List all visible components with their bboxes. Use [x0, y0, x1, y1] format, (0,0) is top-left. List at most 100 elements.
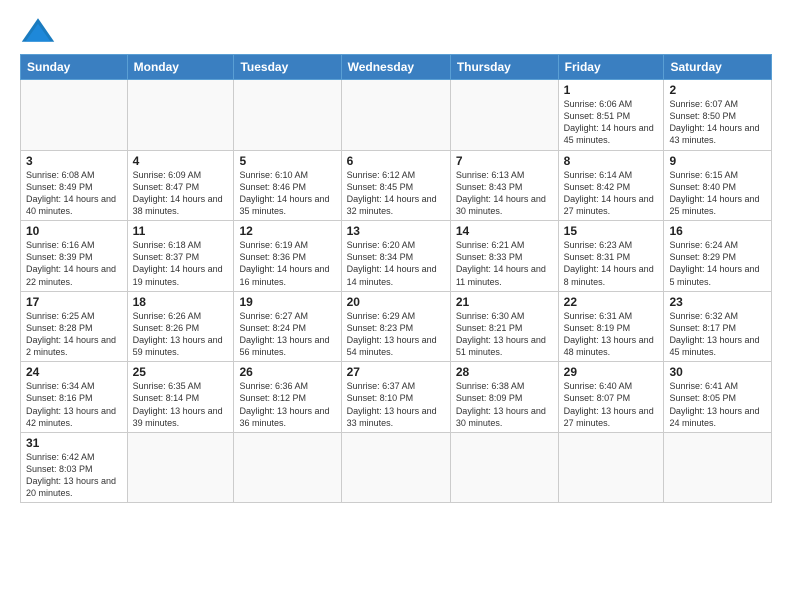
calendar-week-row: 24Sunrise: 6:34 AM Sunset: 8:16 PM Dayli… [21, 362, 772, 433]
day-number: 7 [456, 154, 553, 168]
day-number: 4 [133, 154, 229, 168]
day-number: 1 [564, 83, 659, 97]
day-info: Sunrise: 6:41 AM Sunset: 8:05 PM Dayligh… [669, 380, 766, 429]
day-number: 16 [669, 224, 766, 238]
day-info: Sunrise: 6:36 AM Sunset: 8:12 PM Dayligh… [239, 380, 335, 429]
day-number: 23 [669, 295, 766, 309]
calendar-cell: 5Sunrise: 6:10 AM Sunset: 8:46 PM Daylig… [234, 150, 341, 221]
calendar-cell: 2Sunrise: 6:07 AM Sunset: 8:50 PM Daylig… [664, 80, 772, 151]
calendar-cell: 28Sunrise: 6:38 AM Sunset: 8:09 PM Dayli… [450, 362, 558, 433]
day-info: Sunrise: 6:13 AM Sunset: 8:43 PM Dayligh… [456, 169, 553, 218]
calendar-cell [127, 432, 234, 503]
calendar-cell: 17Sunrise: 6:25 AM Sunset: 8:28 PM Dayli… [21, 291, 128, 362]
calendar-cell: 19Sunrise: 6:27 AM Sunset: 8:24 PM Dayli… [234, 291, 341, 362]
day-info: Sunrise: 6:15 AM Sunset: 8:40 PM Dayligh… [669, 169, 766, 218]
day-info: Sunrise: 6:12 AM Sunset: 8:45 PM Dayligh… [347, 169, 445, 218]
day-number: 13 [347, 224, 445, 238]
day-number: 11 [133, 224, 229, 238]
calendar-cell [558, 432, 664, 503]
calendar-cell: 24Sunrise: 6:34 AM Sunset: 8:16 PM Dayli… [21, 362, 128, 433]
day-number: 15 [564, 224, 659, 238]
day-number: 8 [564, 154, 659, 168]
day-info: Sunrise: 6:09 AM Sunset: 8:47 PM Dayligh… [133, 169, 229, 218]
weekday-header-wednesday: Wednesday [341, 55, 450, 80]
logo-icon [20, 16, 56, 44]
weekday-header-sunday: Sunday [21, 55, 128, 80]
day-number: 5 [239, 154, 335, 168]
calendar-cell: 15Sunrise: 6:23 AM Sunset: 8:31 PM Dayli… [558, 221, 664, 292]
calendar-cell [450, 80, 558, 151]
calendar-cell: 7Sunrise: 6:13 AM Sunset: 8:43 PM Daylig… [450, 150, 558, 221]
calendar-week-row: 31Sunrise: 6:42 AM Sunset: 8:03 PM Dayli… [21, 432, 772, 503]
day-number: 28 [456, 365, 553, 379]
calendar-cell [341, 432, 450, 503]
calendar-week-row: 3Sunrise: 6:08 AM Sunset: 8:49 PM Daylig… [21, 150, 772, 221]
day-info: Sunrise: 6:42 AM Sunset: 8:03 PM Dayligh… [26, 451, 122, 500]
day-number: 20 [347, 295, 445, 309]
day-info: Sunrise: 6:18 AM Sunset: 8:37 PM Dayligh… [133, 239, 229, 288]
calendar-cell: 20Sunrise: 6:29 AM Sunset: 8:23 PM Dayli… [341, 291, 450, 362]
day-info: Sunrise: 6:10 AM Sunset: 8:46 PM Dayligh… [239, 169, 335, 218]
calendar-cell: 30Sunrise: 6:41 AM Sunset: 8:05 PM Dayli… [664, 362, 772, 433]
day-info: Sunrise: 6:06 AM Sunset: 8:51 PM Dayligh… [564, 98, 659, 147]
page: SundayMondayTuesdayWednesdayThursdayFrid… [0, 0, 792, 612]
day-number: 12 [239, 224, 335, 238]
weekday-header-monday: Monday [127, 55, 234, 80]
day-info: Sunrise: 6:20 AM Sunset: 8:34 PM Dayligh… [347, 239, 445, 288]
day-info: Sunrise: 6:14 AM Sunset: 8:42 PM Dayligh… [564, 169, 659, 218]
day-info: Sunrise: 6:37 AM Sunset: 8:10 PM Dayligh… [347, 380, 445, 429]
calendar-cell: 4Sunrise: 6:09 AM Sunset: 8:47 PM Daylig… [127, 150, 234, 221]
calendar-cell: 31Sunrise: 6:42 AM Sunset: 8:03 PM Dayli… [21, 432, 128, 503]
calendar-cell: 25Sunrise: 6:35 AM Sunset: 8:14 PM Dayli… [127, 362, 234, 433]
calendar-cell: 6Sunrise: 6:12 AM Sunset: 8:45 PM Daylig… [341, 150, 450, 221]
day-number: 31 [26, 436, 122, 450]
calendar-cell: 18Sunrise: 6:26 AM Sunset: 8:26 PM Dayli… [127, 291, 234, 362]
day-number: 27 [347, 365, 445, 379]
day-number: 10 [26, 224, 122, 238]
logo [20, 16, 60, 44]
calendar-cell: 22Sunrise: 6:31 AM Sunset: 8:19 PM Dayli… [558, 291, 664, 362]
calendar-table: SundayMondayTuesdayWednesdayThursdayFrid… [20, 54, 772, 503]
calendar-cell [234, 432, 341, 503]
weekday-header-thursday: Thursday [450, 55, 558, 80]
day-number: 18 [133, 295, 229, 309]
calendar-cell: 3Sunrise: 6:08 AM Sunset: 8:49 PM Daylig… [21, 150, 128, 221]
day-number: 3 [26, 154, 122, 168]
calendar-cell: 1Sunrise: 6:06 AM Sunset: 8:51 PM Daylig… [558, 80, 664, 151]
day-info: Sunrise: 6:31 AM Sunset: 8:19 PM Dayligh… [564, 310, 659, 359]
calendar-cell: 14Sunrise: 6:21 AM Sunset: 8:33 PM Dayli… [450, 221, 558, 292]
day-info: Sunrise: 6:27 AM Sunset: 8:24 PM Dayligh… [239, 310, 335, 359]
day-number: 30 [669, 365, 766, 379]
day-number: 26 [239, 365, 335, 379]
day-info: Sunrise: 6:25 AM Sunset: 8:28 PM Dayligh… [26, 310, 122, 359]
day-info: Sunrise: 6:30 AM Sunset: 8:21 PM Dayligh… [456, 310, 553, 359]
calendar-cell: 8Sunrise: 6:14 AM Sunset: 8:42 PM Daylig… [558, 150, 664, 221]
day-number: 14 [456, 224, 553, 238]
calendar-cell: 9Sunrise: 6:15 AM Sunset: 8:40 PM Daylig… [664, 150, 772, 221]
calendar-cell: 11Sunrise: 6:18 AM Sunset: 8:37 PM Dayli… [127, 221, 234, 292]
day-info: Sunrise: 6:29 AM Sunset: 8:23 PM Dayligh… [347, 310, 445, 359]
day-info: Sunrise: 6:38 AM Sunset: 8:09 PM Dayligh… [456, 380, 553, 429]
calendar-week-row: 1Sunrise: 6:06 AM Sunset: 8:51 PM Daylig… [21, 80, 772, 151]
calendar-cell [664, 432, 772, 503]
calendar-cell: 13Sunrise: 6:20 AM Sunset: 8:34 PM Dayli… [341, 221, 450, 292]
calendar-cell: 10Sunrise: 6:16 AM Sunset: 8:39 PM Dayli… [21, 221, 128, 292]
calendar-week-row: 17Sunrise: 6:25 AM Sunset: 8:28 PM Dayli… [21, 291, 772, 362]
day-info: Sunrise: 6:26 AM Sunset: 8:26 PM Dayligh… [133, 310, 229, 359]
day-number: 9 [669, 154, 766, 168]
day-number: 25 [133, 365, 229, 379]
day-number: 21 [456, 295, 553, 309]
day-number: 17 [26, 295, 122, 309]
day-info: Sunrise: 6:07 AM Sunset: 8:50 PM Dayligh… [669, 98, 766, 147]
day-info: Sunrise: 6:21 AM Sunset: 8:33 PM Dayligh… [456, 239, 553, 288]
calendar-cell [450, 432, 558, 503]
calendar-cell: 27Sunrise: 6:37 AM Sunset: 8:10 PM Dayli… [341, 362, 450, 433]
calendar-cell: 21Sunrise: 6:30 AM Sunset: 8:21 PM Dayli… [450, 291, 558, 362]
day-info: Sunrise: 6:40 AM Sunset: 8:07 PM Dayligh… [564, 380, 659, 429]
day-number: 6 [347, 154, 445, 168]
calendar-cell: 16Sunrise: 6:24 AM Sunset: 8:29 PM Dayli… [664, 221, 772, 292]
day-info: Sunrise: 6:32 AM Sunset: 8:17 PM Dayligh… [669, 310, 766, 359]
day-number: 29 [564, 365, 659, 379]
weekday-header-tuesday: Tuesday [234, 55, 341, 80]
calendar-cell: 12Sunrise: 6:19 AM Sunset: 8:36 PM Dayli… [234, 221, 341, 292]
